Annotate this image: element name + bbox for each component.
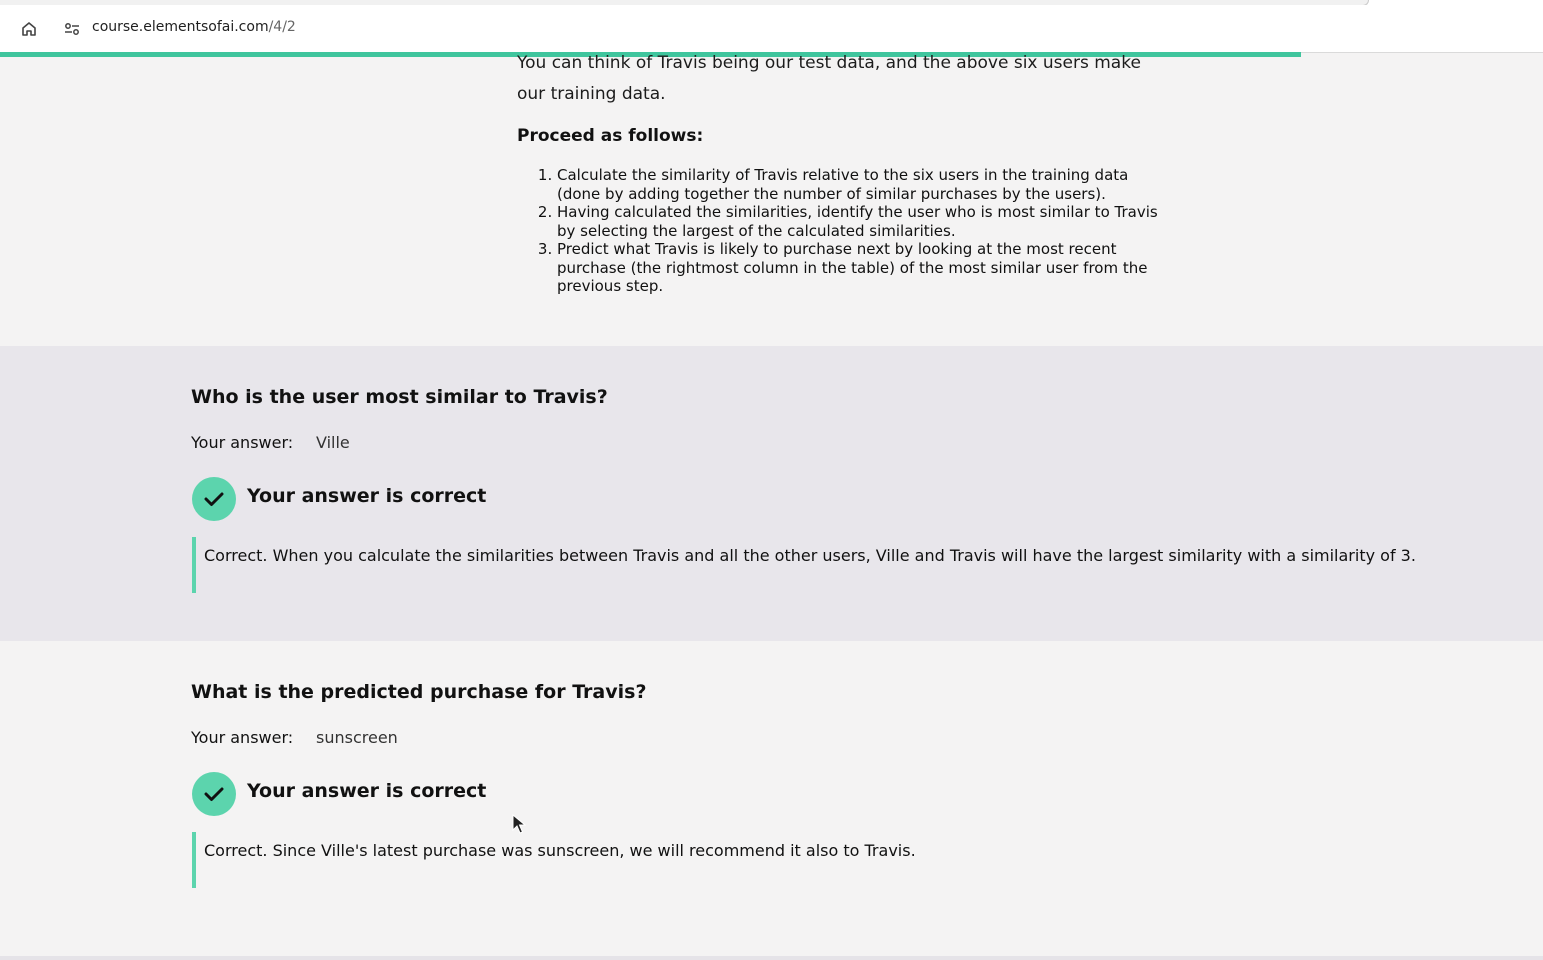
answer-value: sunscreen: [316, 728, 398, 747]
explanation-text: Correct. When you calculate the similari…: [192, 537, 1416, 593]
site-settings-icon[interactable]: [58, 16, 86, 42]
intro-paragraph: You can think of Travis being our test d…: [517, 53, 1141, 104]
question-1-title: Who is the user most similar to Travis?: [191, 386, 608, 408]
question-1-answer-row: Your answer: Ville: [191, 433, 350, 452]
question-2-answer-row: Your answer: sunscreen: [191, 728, 398, 747]
checkmark-icon: [192, 477, 236, 521]
explanation-text: Correct. Since Ville's latest purchase w…: [192, 832, 916, 888]
step-item: Predict what Travis is likely to purchas…: [557, 240, 1167, 296]
result-label: Your answer is correct: [247, 485, 487, 507]
question-2-title: What is the predicted purchase for Travi…: [191, 681, 647, 703]
question-2-section: What is the predicted purchase for Travi…: [0, 641, 1543, 956]
mouse-cursor-icon: [512, 813, 527, 838]
url-host: course.elementsofai.com: [92, 19, 269, 35]
step-item: Having calculated the similarities, iden…: [557, 203, 1167, 240]
url-field[interactable]: course.elementsofai.com/4/2: [92, 19, 296, 35]
address-bar: course.elementsofai.com/4/2: [0, 5, 1543, 53]
step-item: Calculate the similarity of Travis relat…: [557, 166, 1167, 203]
answer-label: Your answer:: [191, 433, 294, 452]
question-1-section: Who is the user most similar to Travis? …: [0, 346, 1543, 641]
home-icon[interactable]: [18, 18, 40, 40]
result-label: Your answer is correct: [247, 780, 487, 802]
answer-label: Your answer:: [191, 728, 294, 747]
url-path: /4/2: [268, 19, 296, 35]
section-divider: [0, 956, 1543, 960]
proceed-heading: Proceed as follows:: [517, 126, 704, 146]
exercise-intro: You can think of Travis being our test d…: [517, 48, 1167, 296]
answer-value: Ville: [316, 433, 350, 452]
steps-list: Calculate the similarity of Travis relat…: [517, 166, 1167, 296]
checkmark-icon: [192, 772, 236, 816]
